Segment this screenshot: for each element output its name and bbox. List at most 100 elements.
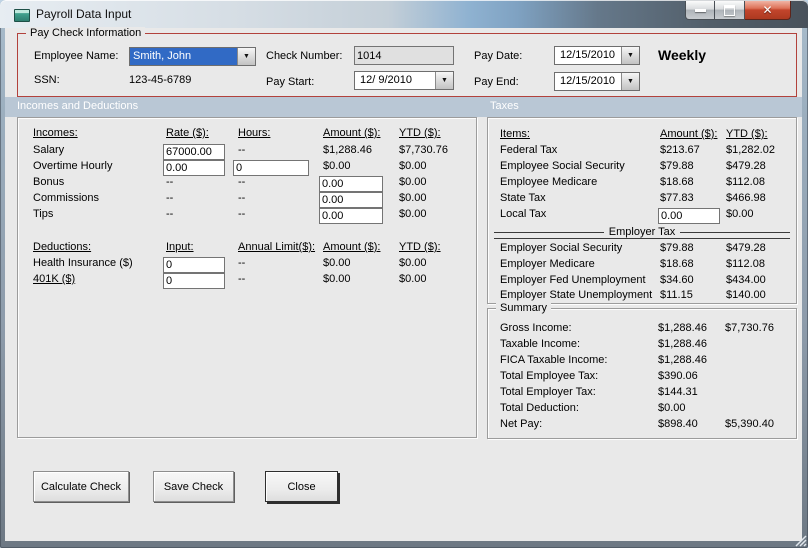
deductions-col-item: Deductions: — [33, 241, 92, 253]
summary-ytd: $7,730.76 — [725, 322, 774, 334]
summary-row-total-deduction: Total Deduction: $0.00 — [488, 402, 796, 418]
resize-grip-icon[interactable] — [794, 534, 807, 547]
employee-name-label: Employee Name: — [34, 50, 119, 62]
tax-amount: $79.88 — [660, 160, 694, 172]
bonus-amount-input[interactable] — [319, 176, 383, 192]
close-button[interactable]: ✕ — [745, 1, 791, 20]
tax-ytd: $479.28 — [726, 160, 766, 172]
employee-name-value: Smith, John — [130, 48, 237, 65]
deduction-annual-limit: -- — [238, 257, 246, 269]
summary-value: $0.00 — [658, 402, 686, 414]
tax-ytd: $0.00 — [726, 208, 754, 220]
tax-ytd: $434.00 — [726, 274, 766, 286]
tax-row-emp-social-security: Employee Social Security $79.88 $479.28 — [488, 160, 796, 176]
income-label: Commissions — [33, 192, 100, 204]
salary-rate-input[interactable] — [163, 144, 225, 160]
health-insurance-input[interactable] — [163, 257, 225, 273]
title-bar: Payroll Data Input ✕ — [0, 0, 808, 28]
tax-label: Federal Tax — [500, 144, 558, 156]
deduction-amount: $0.00 — [323, 273, 351, 285]
tax-row-employer-social-security: Employer Social Security $79.88 $479.28 — [488, 242, 796, 258]
income-rate: -- — [166, 208, 174, 220]
close-form-button[interactable]: Close — [265, 471, 338, 502]
client-area: Pay Check Information Employee Name: Smi… — [5, 27, 802, 541]
incomes-col-amount: Amount ($): — [323, 127, 381, 139]
summary-label: FICA Taxable Income: — [500, 354, 608, 366]
tax-label: Employer Medicare — [500, 258, 595, 270]
summary-row-taxable-income: Taxable Income: $1,288.46 — [488, 338, 796, 354]
summary-value: $898.40 — [658, 418, 698, 430]
taxes-col-item: Items: — [500, 128, 530, 140]
deduction-401k-link[interactable]: 401K ($) — [33, 273, 75, 285]
income-label: Tips — [33, 208, 54, 220]
income-ytd: $0.00 — [399, 192, 427, 204]
pay-start-value: 12/ 9/2010 — [360, 74, 412, 86]
income-row-salary: Salary -- $1,288.46 $7,730.76 — [18, 144, 476, 160]
overtime-rate-input[interactable] — [163, 160, 225, 176]
paycheck-group-label: Pay Check Information — [26, 27, 146, 39]
calculate-check-button[interactable]: Calculate Check — [33, 471, 129, 502]
incomes-col-item: Incomes: — [33, 127, 78, 139]
pay-date-label: Pay Date: — [474, 50, 523, 62]
deduction-row-401k: 401K ($) -- $0.00 $0.00 — [18, 273, 476, 289]
income-label: Overtime Hourly — [33, 160, 113, 172]
commissions-amount-input[interactable] — [319, 192, 383, 208]
overtime-hours-input[interactable] — [233, 160, 309, 176]
check-number-label: Check Number: — [266, 50, 343, 62]
deduction-row-health-insurance: Health Insurance ($) -- $0.00 $0.00 — [18, 257, 476, 273]
incomes-col-ytd: YTD ($): — [399, 127, 441, 139]
pay-frequency-label: Weekly — [658, 47, 706, 63]
tax-label: Employee Medicare — [500, 176, 598, 188]
app-window: Payroll Data Input ✕ Pay Check Informati… — [0, 0, 808, 548]
tax-ytd: $112.08 — [726, 176, 765, 188]
pay-end-dropdown-icon[interactable]: ▼ — [621, 73, 639, 90]
summary-label: Total Deduction: — [500, 402, 579, 414]
local-tax-input[interactable] — [658, 208, 720, 224]
tax-amount: $18.68 — [660, 258, 694, 270]
save-check-button[interactable]: Save Check — [153, 471, 234, 502]
tips-amount-input[interactable] — [319, 208, 383, 224]
pay-start-datepicker[interactable]: 12/ 9/2010 ▼ — [354, 71, 454, 90]
income-amount: $0.00 — [323, 160, 351, 172]
income-hours: -- — [238, 176, 246, 188]
summary-row-total-employer-tax: Total Employer Tax: $144.31 — [488, 386, 796, 402]
income-row-overtime: Overtime Hourly $0.00 $0.00 — [18, 160, 476, 176]
summary-row-net-pay: Net Pay: $898.40 $5,390.40 — [488, 418, 796, 434]
deductions-col-annual-limit: Annual Limit($): — [238, 241, 316, 253]
summary-row-fica-taxable-income: FICA Taxable Income: $1,288.46 — [488, 354, 796, 370]
pay-start-dropdown-icon[interactable]: ▼ — [435, 72, 453, 89]
income-ytd: $0.00 — [399, 176, 427, 188]
pay-date-dropdown-icon[interactable]: ▼ — [621, 47, 639, 64]
tax-label: Employer State Unemployment — [500, 289, 653, 301]
section-band: Incomes and Deductions Taxes — [5, 97, 802, 117]
employee-name-combobox[interactable]: Smith, John ▼ — [129, 47, 256, 66]
pay-end-datepicker[interactable]: 12/15/2010 ▼ — [554, 72, 640, 91]
pay-start-label: Pay Start: — [266, 76, 315, 88]
deductions-col-input: Input: — [166, 241, 194, 253]
pay-date-datepicker[interactable]: 12/15/2010 ▼ — [554, 46, 640, 65]
employee-name-dropdown-icon[interactable]: ▼ — [237, 48, 255, 65]
summary-group-label: Summary — [496, 302, 552, 314]
deduction-annual-limit: -- — [238, 273, 246, 285]
maximize-button[interactable] — [715, 1, 745, 20]
app-icon — [14, 9, 30, 22]
summary-label: Total Employer Tax: — [500, 386, 596, 398]
minimize-button[interactable] — [685, 1, 715, 20]
income-amount: $1,288.46 — [323, 144, 372, 156]
tax-ytd: $1,282.02 — [726, 144, 775, 156]
tax-ytd: $112.08 — [726, 258, 765, 270]
401k-input[interactable] — [163, 273, 225, 289]
summary-box: Summary Gross Income: $1,288.46 $7,730.7… — [487, 302, 797, 439]
income-ytd: $0.00 — [399, 160, 427, 172]
tax-row-emp-medicare: Employee Medicare $18.68 $112.08 — [488, 176, 796, 192]
employer-tax-divider: Employer Tax — [494, 226, 790, 238]
tax-amount: $18.68 — [660, 176, 694, 188]
income-label: Bonus — [33, 176, 65, 188]
tax-row-employer-fed-unemployment: Employer Fed Unemployment $34.60 $434.00 — [488, 274, 796, 290]
taxes-header-row: Items: Amount ($): YTD ($): — [488, 128, 796, 144]
deduction-label: Health Insurance ($) — [33, 257, 133, 269]
check-number-input[interactable] — [354, 46, 454, 65]
tax-ytd: $466.98 — [726, 192, 766, 204]
tax-row-federal: Federal Tax $213.67 $1,282.02 — [488, 144, 796, 160]
deduction-amount: $0.00 — [323, 257, 351, 269]
